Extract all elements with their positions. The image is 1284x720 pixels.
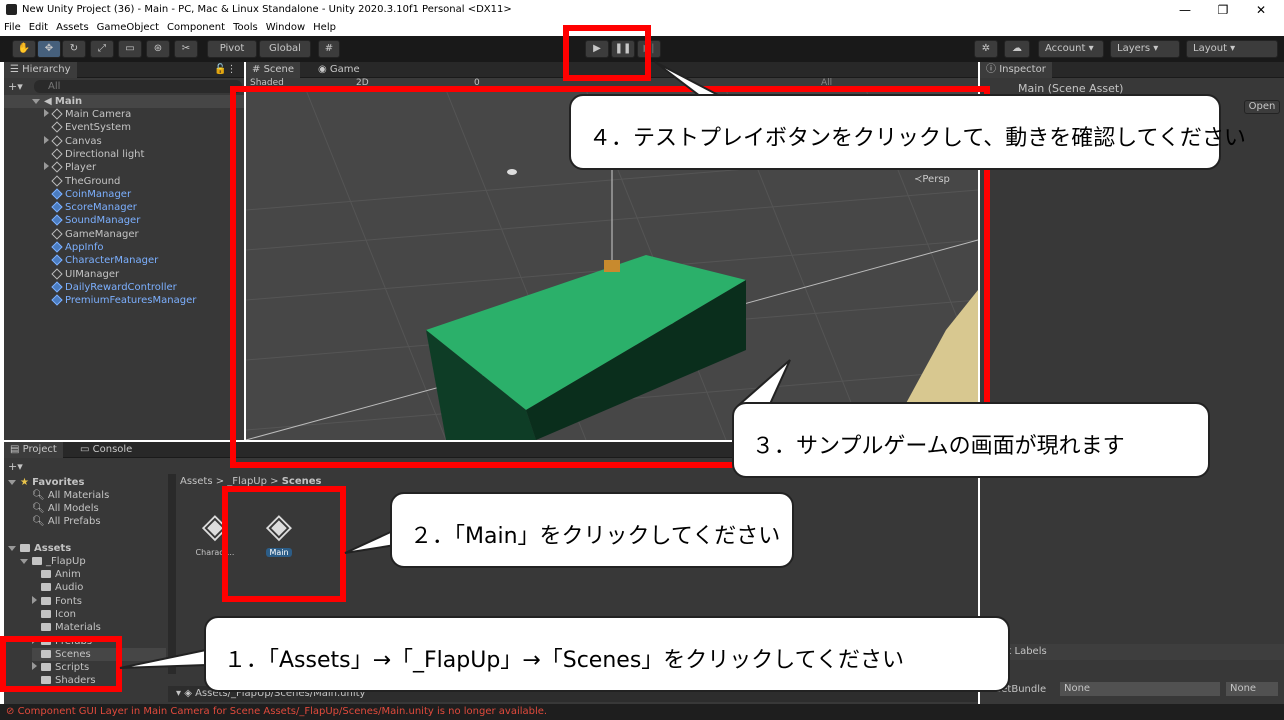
callout-3-text: ３．サンプルゲームの画面が現れます [752, 434, 1125, 459]
callout-4-text: ４．テストプレイボタンをクリックして、動きを確認してください [589, 126, 1246, 151]
callout-1-text: １．「Assets」→「_FlapUp」→「Scenes」をクリックしてください [224, 648, 904, 673]
callout-2-text: ２．「Main」をクリックしてください [410, 524, 781, 549]
callout-4: ４．テストプレイボタンをクリックして、動きを確認してください [569, 94, 1246, 170]
callout-2: ２．「Main」をクリックしてください [390, 492, 794, 568]
callout-1: １．「Assets」→「_FlapUp」→「Scenes」をクリックしてください [204, 616, 1010, 692]
callout-3: ３．サンプルゲームの画面が現れます [732, 402, 1210, 478]
